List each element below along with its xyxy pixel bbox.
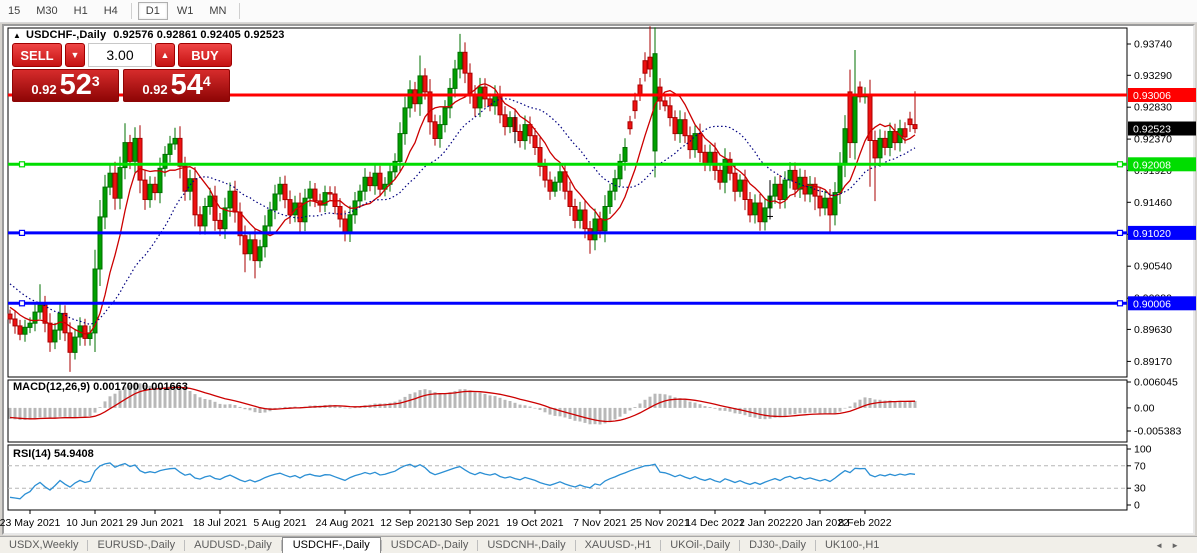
triangle-down-icon: ▼ bbox=[70, 50, 80, 60]
sell-button[interactable]: SELL bbox=[12, 43, 62, 67]
sell-price-display[interactable]: 0.92 52 3 bbox=[12, 69, 119, 102]
tab-scroll-arrows[interactable]: ◄► bbox=[1155, 541, 1187, 550]
one-click-trade-panel: SELL ▼ 3.00 ▲ BUY 0.92 52 3 0.92 54 4 bbox=[12, 43, 232, 102]
buy-button[interactable]: BUY bbox=[178, 43, 232, 67]
buy-price-pip: 4 bbox=[202, 72, 211, 89]
macd-name: MACD(12,26,9) bbox=[13, 381, 91, 393]
buy-price-small: 0.92 bbox=[142, 82, 168, 97]
triangle-up-icon: ▲ bbox=[160, 50, 170, 60]
volume-input[interactable]: 3.00 bbox=[88, 43, 152, 67]
rsi-indicator-label: RSI(14) 54.9408 bbox=[13, 448, 94, 460]
chart-tab-usdx-weekly[interactable]: USDX,Weekly bbox=[0, 538, 87, 552]
macd-indicator-label: MACD(12,26,9) 0.001700 0.001663 bbox=[13, 381, 188, 393]
volume-increase-button[interactable]: ▲ bbox=[155, 43, 175, 67]
sell-price-big: 52 bbox=[59, 69, 92, 101]
timeframe-MN[interactable]: MN bbox=[202, 3, 233, 19]
timeframe-W1[interactable]: W1 bbox=[170, 3, 201, 19]
sell-price-small: 0.92 bbox=[31, 82, 57, 97]
timeframe-H4[interactable]: H4 bbox=[97, 3, 125, 19]
chart-tab-audusd-daily[interactable]: AUDUSD-,Daily bbox=[185, 538, 281, 552]
chart-title: ▲ USDCHF-,Daily 0.92576 0.92861 0.92405 0.… bbox=[13, 29, 285, 41]
buy-price-big: 54 bbox=[170, 69, 203, 101]
timeframe-H1[interactable]: H1 bbox=[67, 3, 95, 19]
rsi-current-value: 54.9408 bbox=[53, 448, 94, 460]
symbol-tabbar: USDX,Weekly EURUSD-,Daily AUDUSD-,Daily USD… bbox=[0, 536, 1197, 553]
chart-tab-usdcad-daily[interactable]: USDCAD-,Daily bbox=[382, 538, 478, 552]
timeframe-15[interactable]: 15 bbox=[1, 3, 27, 19]
chart-tab-usdchf-daily[interactable]: USDCHF-,Daily bbox=[281, 537, 381, 553]
macd-current-values: 0.001700 0.001663 bbox=[93, 381, 188, 393]
chart-tab-uk100-h1[interactable]: UK100-,H1 bbox=[816, 538, 888, 552]
collapse-panel-icon[interactable]: ▲ bbox=[13, 31, 21, 40]
chart-symbol-period: USDCHF-,Daily bbox=[26, 29, 107, 41]
toolbar-separator bbox=[239, 3, 241, 19]
chart-tab-ukoil-daily[interactable]: UKOil-,Daily bbox=[661, 538, 739, 552]
chart-ohlc-values: 0.92576 0.92861 0.92405 0.92523 bbox=[113, 29, 285, 41]
rsi-name: RSI(14) bbox=[13, 448, 51, 460]
chart-tab-usdcnh-daily[interactable]: USDCNH-,Daily bbox=[478, 538, 574, 552]
timeframe-D1[interactable]: D1 bbox=[137, 2, 168, 20]
sell-price-pip: 3 bbox=[91, 72, 100, 89]
chart-tab-eurusd-daily[interactable]: EURUSD-,Daily bbox=[88, 538, 184, 552]
timeframe-M30[interactable]: M30 bbox=[29, 3, 64, 19]
buy-price-display[interactable]: 0.92 54 4 bbox=[123, 69, 230, 102]
timeframe-toolbar: 15 M30 H1 H4 D1 W1 MN bbox=[0, 0, 1197, 23]
volume-decrease-button[interactable]: ▼ bbox=[65, 43, 85, 67]
toolbar-separator bbox=[130, 3, 132, 19]
chart-tab-dj30-daily[interactable]: DJ30-,Daily bbox=[740, 538, 815, 552]
chart-tab-xauusd-h1[interactable]: XAUUSD-,H1 bbox=[576, 538, 661, 552]
